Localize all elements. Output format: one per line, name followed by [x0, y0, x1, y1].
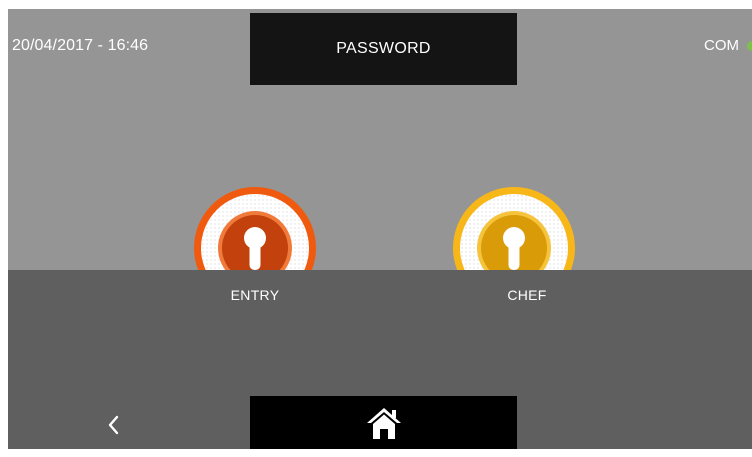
back-button[interactable]	[98, 410, 128, 440]
com-status-indicator	[747, 40, 752, 51]
chevron-left-icon	[108, 415, 119, 435]
title-panel: PASSWORD	[250, 13, 517, 85]
home-icon	[366, 407, 401, 439]
com-status-label: COM	[704, 37, 739, 54]
door-label-entry: ENTRY	[230, 287, 280, 303]
door-label-chef: CHEF	[507, 287, 547, 303]
home-button[interactable]	[250, 396, 517, 449]
page-title: PASSWORD	[336, 40, 431, 57]
com-status: COM	[704, 37, 752, 54]
datetime-display: 20/04/2017 - 16:46	[12, 37, 149, 54]
intercom-screen: 20/04/2017 - 16:46 PASSWORD COM	[8, 9, 752, 449]
